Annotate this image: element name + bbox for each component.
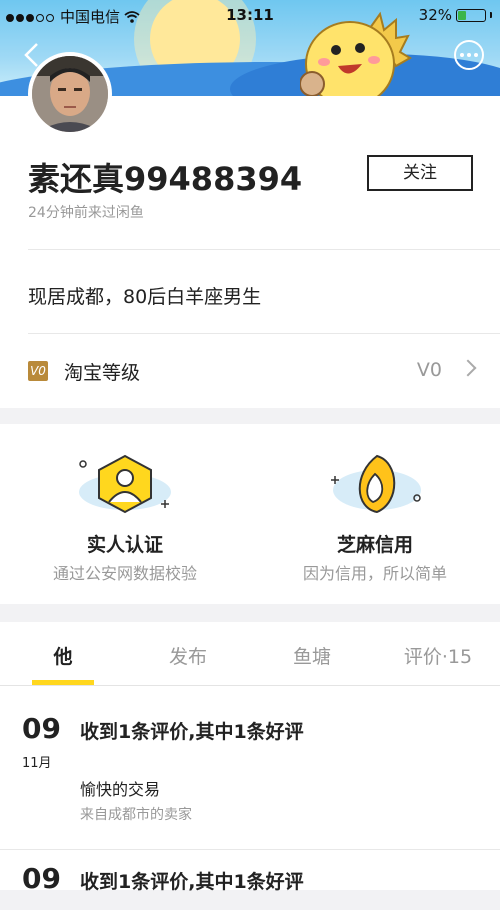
feed-review-source: 来自成都市的卖家 bbox=[80, 807, 192, 823]
tab-reviews[interactable]: 评价·15 bbox=[396, 642, 480, 669]
status-bar: 中国电信 13:11 32% bbox=[0, 0, 500, 30]
last-seen-text: 24分钟前来过闲鱼 bbox=[28, 205, 144, 221]
taobao-level-label: 淘宝等级 bbox=[64, 362, 141, 384]
verify-title: 芝麻信用 bbox=[336, 534, 413, 556]
feed-item[interactable]: 09 11月 收到1条评价,其中1条好评 愉快的交易 来自成都市的卖家 bbox=[0, 686, 500, 850]
battery-indicator: 32% bbox=[419, 6, 492, 24]
feed-day: 09 bbox=[22, 862, 61, 895]
avatar[interactable] bbox=[28, 52, 112, 136]
verify-title: 实人认证 bbox=[86, 534, 163, 556]
verify-subtitle: 因为信用，所以简单 bbox=[302, 564, 447, 583]
feed-title: 收到1条评价,其中1条好评 bbox=[80, 721, 304, 743]
divider bbox=[28, 333, 500, 334]
activity-feed: 09 11月 收到1条评价,其中1条好评 愉快的交易 来自成都市的卖家 09 收… bbox=[0, 686, 500, 895]
avatar-photo bbox=[32, 56, 108, 132]
sesame-credit-icon bbox=[331, 454, 421, 514]
battery-icon bbox=[456, 8, 486, 22]
verify-subtitle: 通过公安网数据校验 bbox=[52, 564, 197, 583]
feed-day: 09 bbox=[22, 712, 61, 745]
taobao-level-row[interactable]: V0 淘宝等级 V0 bbox=[0, 348, 500, 398]
more-options-button[interactable] bbox=[454, 40, 484, 70]
feed-review-text: 愉快的交易 bbox=[80, 780, 161, 799]
user-bio: 现居成都，80后白羊座男生 bbox=[28, 286, 262, 308]
chevron-right-icon bbox=[459, 359, 477, 377]
sesame-credit-item[interactable]: 芝麻信用 因为信用，所以简单 bbox=[250, 424, 500, 604]
taobao-level-value: V0 bbox=[416, 359, 442, 381]
feed-month: 11月 bbox=[22, 756, 52, 771]
tab-him[interactable]: 他 bbox=[32, 642, 94, 669]
active-tab-indicator bbox=[32, 680, 94, 685]
battery-percent: 32% bbox=[418, 6, 452, 24]
person-verify-icon bbox=[79, 454, 171, 514]
verification-card: 实人认证 通过公安网数据校验 芝麻信用 因为信用，所以简单 bbox=[0, 424, 500, 604]
tab-published[interactable]: 发布 bbox=[148, 642, 228, 669]
real-person-verify-item[interactable]: 实人认证 通过公安网数据校验 bbox=[0, 424, 250, 604]
divider bbox=[28, 249, 500, 250]
user-name: 素还真99488394 bbox=[28, 160, 303, 198]
profile-card: 素还真99488394 24分钟前来过闲鱼 关注 现居成都，80后白羊座男生 V… bbox=[0, 52, 500, 408]
profile-tabs: 他 发布 鱼塘 评价·15 bbox=[0, 622, 500, 686]
feed-item[interactable]: 09 收到1条评价,其中1条好评 bbox=[0, 850, 500, 910]
follow-button[interactable]: 关注 bbox=[367, 155, 473, 191]
taobao-level-icon: V0 bbox=[28, 361, 48, 381]
tab-fish-pond[interactable]: 鱼塘 bbox=[272, 642, 352, 669]
